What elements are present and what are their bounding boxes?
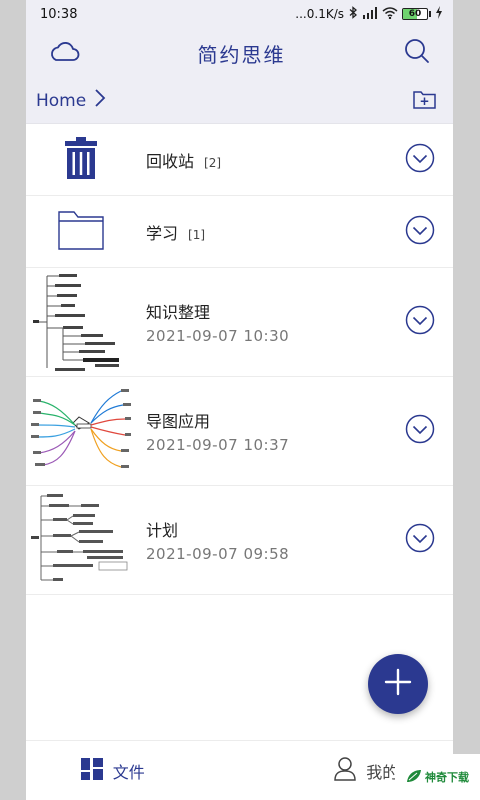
plus-icon [384, 668, 412, 700]
list-item-mindmap[interactable]: 计划 2021-09-07 09:58 [26, 486, 453, 595]
item-name: 知识整理 [146, 303, 211, 322]
wifi-icon [382, 6, 398, 22]
app-screen: 10:38 ...0.1K/s 60 简约思维 Home 回收站 [2] 学习 … [26, 0, 453, 800]
chevron-down-circle-icon [405, 215, 435, 249]
app-bar: 简约思维 [26, 28, 453, 78]
item-menu-button[interactable] [395, 215, 445, 249]
new-folder-icon[interactable] [413, 89, 437, 113]
status-time: 10:38 [40, 6, 78, 22]
chevron-down-circle-icon [405, 305, 435, 339]
list-item-trash[interactable]: 回收站 [2] [26, 124, 453, 196]
item-name: 导图应用 [146, 412, 211, 431]
charging-icon [435, 6, 443, 22]
breadcrumb-home[interactable]: Home [36, 91, 86, 111]
list-item-mindmap[interactable]: 导图应用 2021-09-07 10:37 [26, 377, 453, 486]
breadcrumb: Home [26, 78, 453, 124]
item-menu-button[interactable] [395, 414, 445, 448]
folder-icon [58, 210, 104, 254]
bluetooth-icon [348, 6, 358, 22]
trash-icon [65, 136, 97, 183]
chevron-down-circle-icon [405, 523, 435, 557]
nav-me-label: 我的 [366, 762, 399, 782]
list-item-folder[interactable]: 学习 [1] [26, 196, 453, 268]
signal-icon [362, 6, 378, 22]
cloud-icon[interactable] [48, 39, 80, 67]
nav-files-tab[interactable]: 文件 [26, 741, 240, 800]
mindmap-thumbnail [29, 490, 133, 590]
chevron-down-circle-icon [405, 143, 435, 177]
mindmap-thumbnail [29, 379, 133, 483]
item-date: 2021-09-07 09:58 [146, 545, 290, 563]
search-icon[interactable] [403, 37, 431, 69]
item-menu-button[interactable] [395, 523, 445, 557]
chevron-right-icon [94, 88, 106, 113]
chevron-down-circle-icon [405, 414, 435, 448]
grid-icon [80, 757, 103, 784]
battery-level: 60 [408, 9, 422, 19]
watermark-logo: 神奇下载 [395, 754, 480, 800]
item-name: 学习 [146, 223, 179, 243]
item-name: 计划 [146, 521, 179, 540]
item-date: 2021-09-07 10:37 [146, 436, 290, 454]
leaf-icon [406, 768, 422, 787]
item-count: [2] [204, 155, 222, 170]
network-speed: ...0.1K/s [295, 7, 344, 21]
bottom-nav: 文件 我的 [26, 740, 453, 800]
nav-files-label: 文件 [112, 762, 145, 782]
mindmap-thumbnail [33, 268, 129, 376]
list-item-mindmap[interactable]: 知识整理 2021-09-07 10:30 [26, 268, 453, 377]
user-icon [334, 756, 356, 785]
app-title: 简约思维 [197, 42, 286, 67]
item-menu-button[interactable] [395, 143, 445, 177]
add-button[interactable] [368, 654, 428, 714]
item-name: 回收站 [146, 151, 195, 171]
status-bar: 10:38 ...0.1K/s 60 [26, 0, 453, 28]
file-list: 回收站 [2] 学习 [1] 知识整理 2021-09-07 10:30 导图应… [26, 124, 453, 595]
item-date: 2021-09-07 10:30 [146, 327, 290, 345]
item-menu-button[interactable] [395, 305, 445, 339]
battery-icon: 60 [402, 8, 431, 20]
item-count: [1] [188, 227, 206, 242]
